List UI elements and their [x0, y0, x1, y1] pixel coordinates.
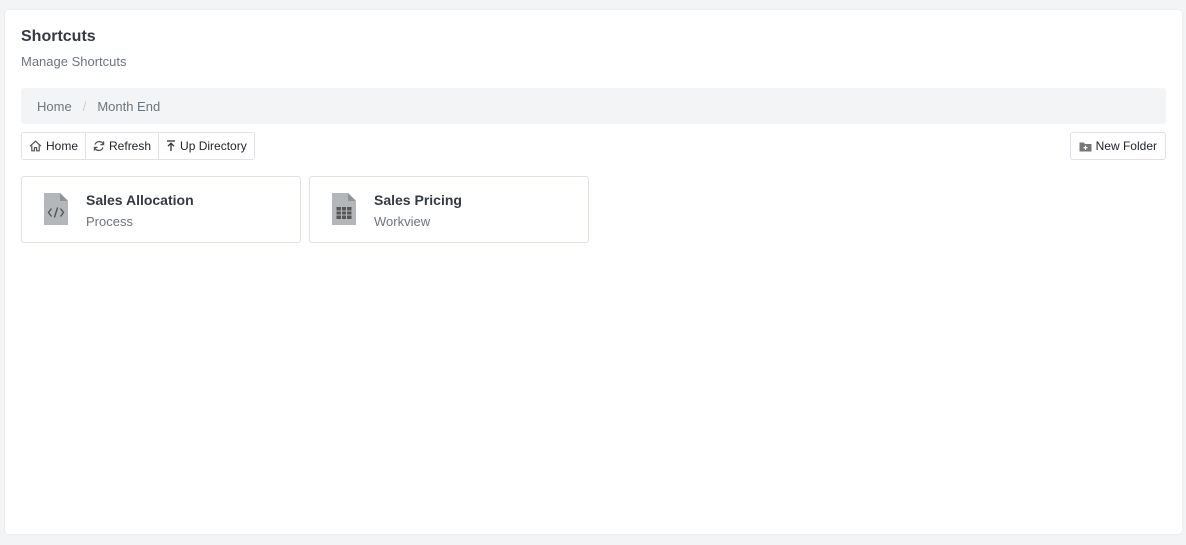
up-arrow-icon: [167, 140, 176, 151]
new-folder-button-label: New Folder: [1095, 139, 1157, 153]
breadcrumb-month-end[interactable]: Month End: [97, 99, 160, 114]
page-subtitle: Manage Shortcuts: [21, 54, 127, 69]
up-directory-button[interactable]: Up Directory: [159, 133, 254, 159]
breadcrumb-home[interactable]: Home: [37, 99, 72, 114]
navigation-toolbar: Home Refresh Up Directory: [21, 132, 255, 160]
new-folder-button[interactable]: New Folder: [1069, 132, 1166, 160]
refresh-button-label: Refresh: [109, 139, 152, 153]
shortcut-card-sales-allocation[interactable]: Sales Allocation Process: [21, 176, 301, 243]
shortcut-type: Process: [86, 214, 133, 229]
shortcut-type: Workview: [374, 214, 431, 229]
refresh-button[interactable]: Refresh: [86, 133, 160, 159]
home-button-label: Home: [46, 139, 79, 153]
code-file-icon: [44, 193, 68, 225]
home-icon: [29, 140, 42, 152]
table-file-icon: [332, 193, 356, 225]
up-directory-button-label: Up Directory: [180, 139, 247, 153]
shortcut-name: Sales Pricing: [374, 192, 462, 208]
shortcut-card-sales-pricing[interactable]: Sales Pricing Workview: [309, 176, 589, 243]
refresh-icon: [93, 140, 105, 152]
page-title: Shortcuts: [21, 28, 96, 45]
shortcut-name: Sales Allocation: [86, 192, 194, 208]
shortcuts-panel: Shortcuts Manage Shortcuts Home / Month …: [5, 10, 1182, 534]
folder-plus-icon: [1079, 142, 1092, 151]
breadcrumb: Home / Month End: [21, 88, 1166, 124]
home-button[interactable]: Home: [22, 133, 87, 159]
breadcrumb-separator: /: [82, 98, 87, 114]
